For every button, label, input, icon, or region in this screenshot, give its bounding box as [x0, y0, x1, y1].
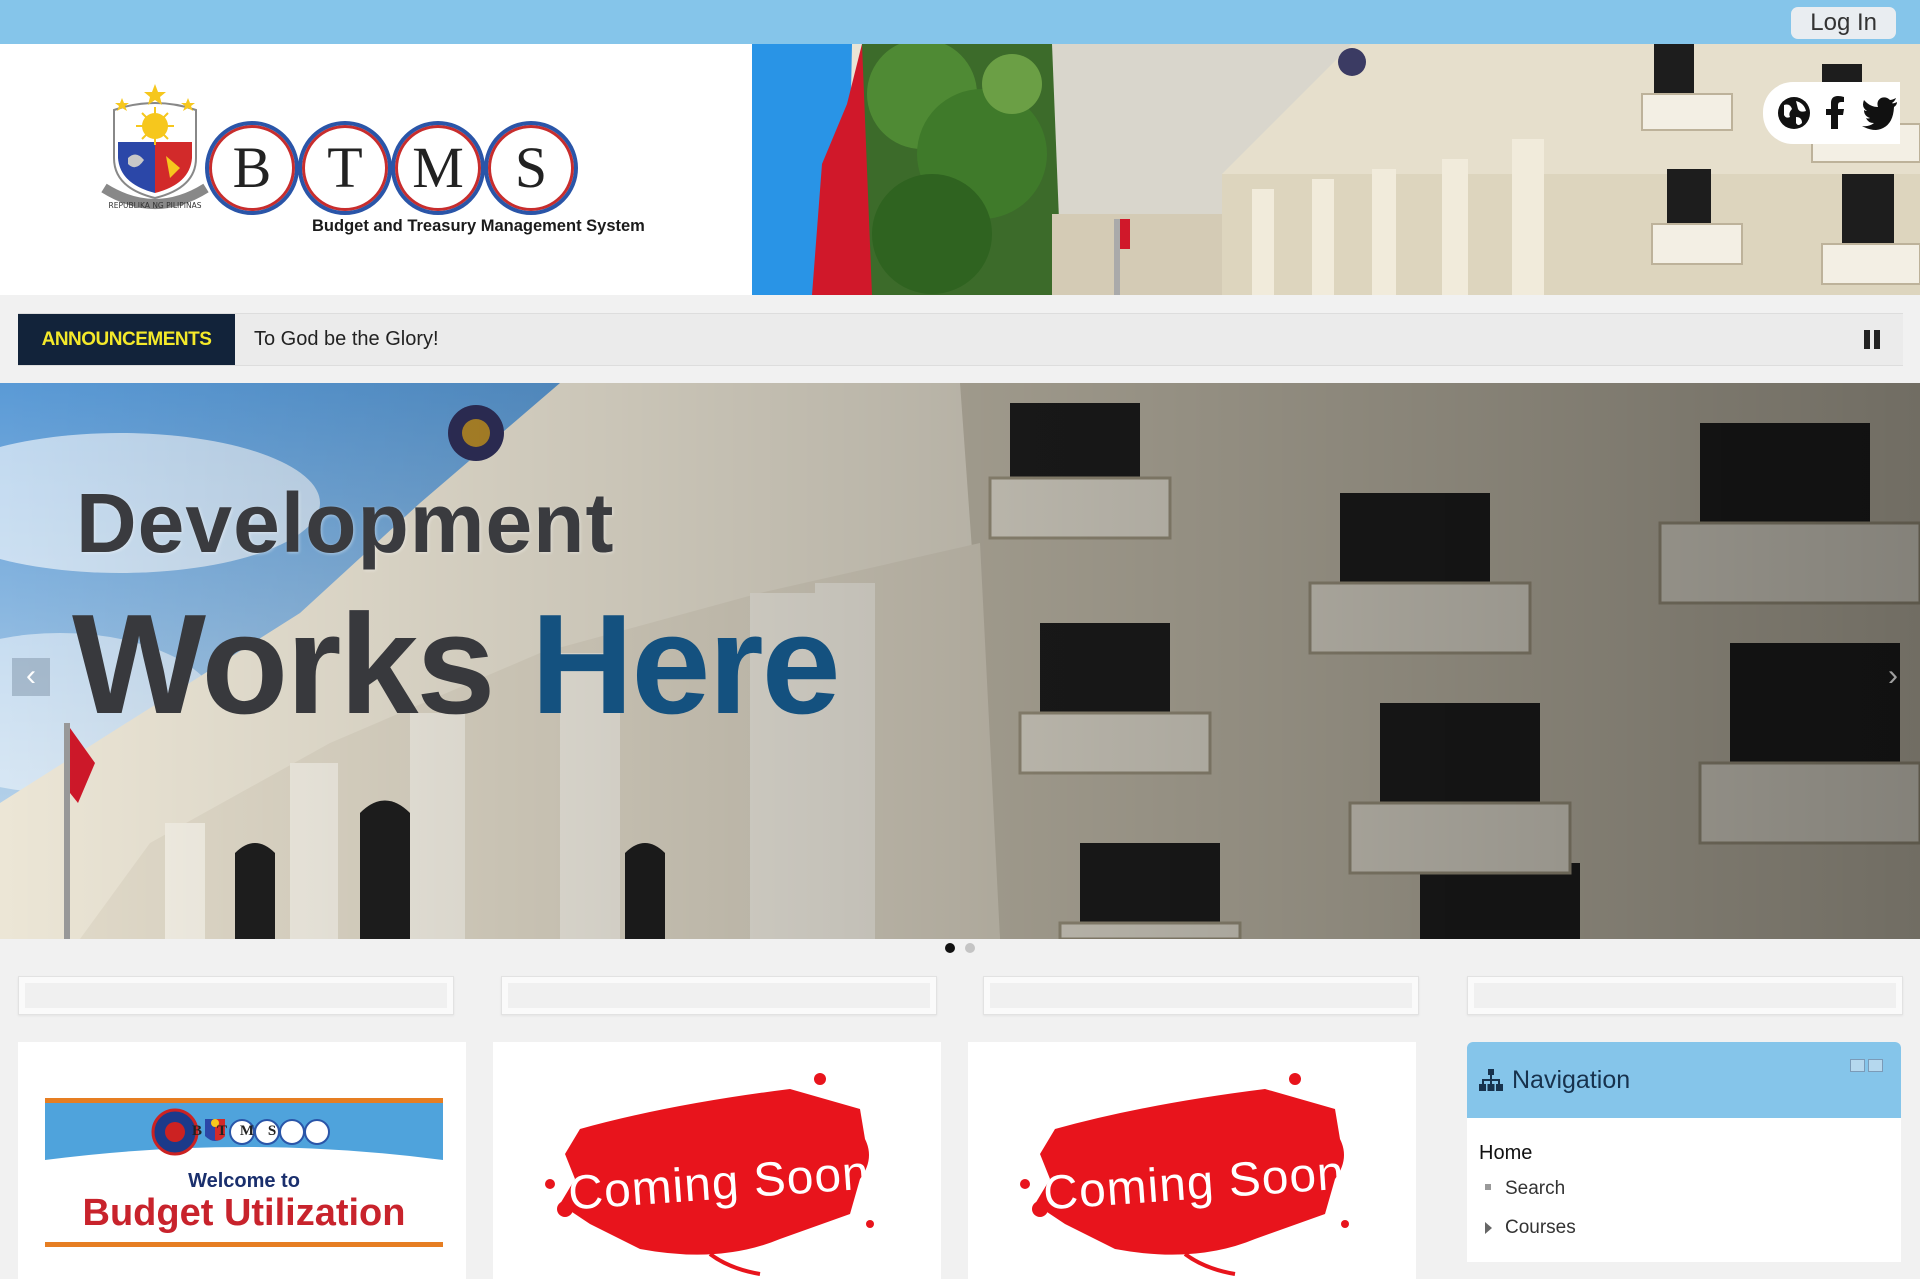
twitter-icon[interactable] [1861, 95, 1897, 131]
logo-letter-b: B [205, 121, 299, 215]
hero-line-2: Works Here [72, 583, 841, 747]
logo-letter-m: M [391, 121, 485, 215]
bullet-icon [1485, 1184, 1491, 1190]
expand-caret-icon[interactable] [1485, 1222, 1492, 1234]
mini-letter-m: M [239, 1123, 255, 1139]
facebook-icon[interactable] [1818, 95, 1854, 131]
seal-text: REPUBLIKA NG PILIPINAS [109, 201, 202, 210]
philippine-seal-icon: REPUBLIKA NG PILIPINAS [101, 84, 209, 210]
pause-icon[interactable] [1863, 330, 1881, 349]
announcements-label: ANNOUNCEMENTS [18, 314, 235, 365]
logo-letter-s: S [484, 121, 578, 215]
empty-card-4 [1467, 976, 1903, 1015]
slider-dot-1[interactable] [945, 943, 955, 953]
mini-letter-t: T [216, 1123, 227, 1139]
login-button[interactable]: Log In [1791, 7, 1896, 39]
budget-utilization-image[interactable]: B T M S Welcome to Budget Utilization [45, 1064, 443, 1279]
hero-word-here: Here [530, 585, 841, 744]
nav-home-link[interactable]: Home [1479, 1142, 1532, 1165]
coming-soon-image-2[interactable]: Coming Soon [995, 1064, 1393, 1279]
nav-search-link[interactable]: Search [1505, 1178, 1565, 1200]
course-card-coming-soon-2[interactable]: Coming Soon [968, 1042, 1416, 1279]
collapse-block-icon[interactable] [1850, 1059, 1865, 1072]
btms-logo[interactable]: REPUBLIKA NG PILIPINAS B T M S Budget an… [100, 80, 645, 235]
site-header: REPUBLIKA NG PILIPINAS B T M S Budget an… [0, 44, 1920, 295]
slider-next-arrow-icon[interactable]: › [1874, 658, 1912, 696]
logo-letter-t: T [298, 121, 392, 215]
slider-prev-arrow-icon[interactable]: ‹ [12, 658, 50, 696]
budget-utilization-title: Budget Utilization [82, 1192, 406, 1234]
welcome-to-text: Welcome to [188, 1170, 300, 1192]
top-bar: Log In [0, 0, 1920, 44]
empty-card-2 [501, 976, 937, 1015]
hero-slider: Development Works Here ‹ › [0, 383, 1920, 939]
slider-dots [0, 943, 1920, 953]
globe-icon[interactable] [1776, 95, 1812, 131]
mini-letter-b: B [191, 1123, 202, 1139]
empty-card-3 [983, 976, 1419, 1015]
social-links [1763, 82, 1900, 144]
navigation-block: Navigation Home Search Courses [1467, 1042, 1901, 1262]
course-card-coming-soon-1[interactable]: Coming Soon [493, 1042, 941, 1279]
sitemap-icon [1479, 1069, 1503, 1091]
announcement-text[interactable]: To God be the Glory! [254, 314, 439, 365]
empty-card-1 [18, 976, 454, 1015]
dock-block-icon[interactable] [1868, 1059, 1883, 1072]
nav-courses-link[interactable]: Courses [1505, 1217, 1576, 1239]
navigation-header: Navigation [1467, 1042, 1901, 1118]
course-card-budget-utilization[interactable]: B T M S Welcome to Budget Utilization [18, 1042, 466, 1279]
hero-line-1: Development [76, 476, 615, 570]
coming-soon-image-1[interactable]: Coming Soon [520, 1064, 918, 1279]
header-building-image [752, 44, 1920, 295]
logo-subtitle: Budget and Treasury Management System [312, 217, 645, 235]
navigation-title: Navigation [1512, 1066, 1631, 1094]
announcements-bar: ANNOUNCEMENTS To God be the Glory! [18, 313, 1903, 366]
mini-letter-s: S [267, 1123, 277, 1139]
hero-word-works: Works [72, 585, 495, 744]
slider-dot-2[interactable] [965, 943, 975, 953]
